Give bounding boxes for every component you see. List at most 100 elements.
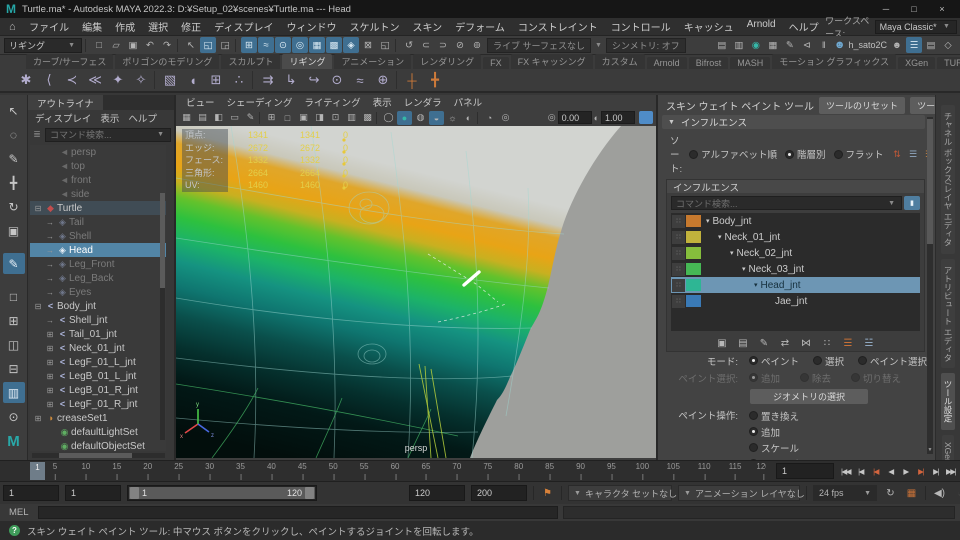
shelf-tab[interactable]: XGen xyxy=(898,57,935,69)
fps-dropdown[interactable]: 24 fps ▼ xyxy=(813,485,877,501)
scroll-down-icon[interactable]: ▼ xyxy=(927,447,933,454)
wireframe-on-shaded-icon[interactable]: ◍ xyxy=(413,111,428,125)
wire-tool-icon[interactable]: ≈ xyxy=(350,70,370,90)
pause-icon[interactable]: ‖ xyxy=(816,37,832,53)
outliner-item[interactable]: ⊞ < LegF_01_L_jnt xyxy=(30,355,166,369)
outliner-item[interactable]: ⊟ ◆ Turtle xyxy=(30,201,166,215)
influence-row[interactable]: ▾ Neck_01_jnt xyxy=(671,229,920,245)
select-object-icon[interactable]: ◱ xyxy=(200,37,216,53)
workspace-controls-icon[interactable]: ☰ xyxy=(906,37,922,53)
outliner-item[interactable]: ⊞ < LegF_01_R_jnt xyxy=(30,397,166,411)
menu-item[interactable]: ウィンドウ xyxy=(280,19,343,34)
menu-item[interactable]: 選択 xyxy=(142,19,175,34)
clip-icon[interactable]: ▦ xyxy=(904,485,919,501)
symmetry-field[interactable]: シンメトリ: オフ xyxy=(606,38,686,53)
sync-icon[interactable]: ◔ xyxy=(953,485,960,501)
paint-brush-icon[interactable]: ✎ xyxy=(756,336,773,350)
sep[interactable] xyxy=(376,112,380,124)
expand-icon[interactable]: ⊞ xyxy=(44,344,56,353)
image-plane-icon[interactable]: ✎ xyxy=(243,111,258,125)
new-scene-icon[interactable]: □ xyxy=(91,37,107,53)
expand-arrow-icon[interactable]: ▾ xyxy=(706,217,710,225)
undo-icon[interactable]: ↶ xyxy=(142,37,158,53)
menu-item[interactable]: 作成 xyxy=(109,19,142,34)
show-all-list-icon[interactable]: ☱ xyxy=(861,336,878,350)
sort-radio[interactable]: 階層別 xyxy=(785,147,826,161)
lattice-icon[interactable]: ⊞ xyxy=(206,70,226,90)
outliner-item[interactable]: → ◈ Leg_Front xyxy=(30,257,166,271)
construction-history-icon[interactable]: ⊚ xyxy=(469,37,485,53)
bookmark-icon[interactable]: ▭ xyxy=(227,111,242,125)
resolution-gate-icon[interactable]: ▣ xyxy=(296,111,311,125)
viewport-menu-item[interactable]: パネル xyxy=(448,95,489,109)
mode-radio[interactable]: ペイント xyxy=(749,354,799,368)
menu-item[interactable]: キャッシュ xyxy=(677,19,740,34)
expand-icon[interactable]: ⊟ xyxy=(32,302,44,311)
point-constraint-icon[interactable]: ╋ xyxy=(425,70,445,90)
expand-icon[interactable]: → xyxy=(44,260,56,269)
influence-row[interactable]: ▾ Neck_03_jnt xyxy=(671,261,920,277)
row-grip-icon[interactable] xyxy=(672,279,685,292)
viewport-menu-item[interactable]: レンダラ xyxy=(398,95,448,109)
outliner-item[interactable]: ◄ side xyxy=(30,187,166,201)
layout-split-horizontal[interactable]: ◫ xyxy=(3,334,25,355)
snap-curve-icon[interactable]: ≈ xyxy=(258,37,274,53)
save-scene-icon[interactable]: ▣ xyxy=(125,37,141,53)
move-tool[interactable]: ╋ xyxy=(3,172,25,193)
live-surface-field[interactable]: ライブ サーフェスなし xyxy=(487,38,591,53)
sort-radio[interactable]: アルファベット順 xyxy=(689,147,777,161)
menu-item[interactable]: 編集 xyxy=(76,19,109,34)
xray-icon[interactable]: ◔ xyxy=(482,111,497,125)
menu-item[interactable]: Arnold xyxy=(740,19,782,34)
influence-search-input[interactable]: コマンド検索... ▼ xyxy=(671,196,902,210)
influences-section-header[interactable]: ▼ インフルエンス xyxy=(662,115,925,129)
menu-set-dropdown[interactable]: リギング ▼ xyxy=(4,38,82,53)
output-connections-icon[interactable]: ⊘ xyxy=(452,37,468,53)
shelf-tab[interactable]: FX xyxy=(483,57,509,69)
shelf-tab[interactable]: ポリゴンのモデリング xyxy=(115,54,219,69)
range-end-handle[interactable] xyxy=(305,487,314,499)
maya-logo[interactable]: M xyxy=(3,431,25,452)
blend-shape-icon[interactable]: ⇉ xyxy=(258,70,278,90)
menu-item[interactable]: スキン xyxy=(406,19,449,34)
paint-effects-icon[interactable]: ✎ xyxy=(782,37,798,53)
expand-arrow-icon[interactable]: ▾ xyxy=(718,233,722,241)
current-tool-paint-skin-weights[interactable]: ✎ xyxy=(3,253,25,274)
expand-icon[interactable]: → xyxy=(44,316,56,325)
outliner-item[interactable]: → ◈ Eyes xyxy=(30,285,166,299)
row-grip-icon[interactable] xyxy=(672,263,685,276)
outliner-item[interactable]: ◄ front xyxy=(30,173,166,187)
outliner-menu-item[interactable]: ディスプレイ xyxy=(31,111,95,125)
expand-icon[interactable]: ⊟ xyxy=(32,204,44,213)
camera-lock-icon[interactable]: ▤ xyxy=(195,111,210,125)
paint-operation-radio[interactable]: 置き換え xyxy=(749,408,839,424)
humanik-icon[interactable]: ✦ xyxy=(108,70,128,90)
render-settings-icon[interactable]: ▦ xyxy=(765,37,781,53)
outliner-item[interactable]: ◄ top xyxy=(30,159,166,173)
outliner-menu-item[interactable]: ヘルプ xyxy=(124,111,161,125)
make-live-icon[interactable]: ▩ xyxy=(326,37,342,53)
paint-operation-radio[interactable]: スケール xyxy=(749,440,839,456)
audio-icon[interactable]: ◀) xyxy=(932,485,947,501)
shelf-tab[interactable]: アニメーション xyxy=(334,54,411,69)
sep[interactable] xyxy=(235,39,239,52)
expand-arrow-icon[interactable]: ▾ xyxy=(754,281,758,289)
paint-skin-weights-icon[interactable]: ◖ xyxy=(183,70,203,90)
open-scene-icon[interactable]: ▱ xyxy=(108,37,124,53)
bookmark-user-icon[interactable]: ☻ xyxy=(889,37,905,53)
influence-row[interactable]: ▾ Body_jnt xyxy=(671,213,920,229)
lights-icon[interactable]: ☼ xyxy=(445,111,460,125)
viewport-menu-item[interactable]: 表示 xyxy=(367,95,398,109)
snap-view-plane-icon[interactable]: ▦ xyxy=(309,37,325,53)
outliner-item[interactable]: ⊞ ◑ creaseSet1 xyxy=(30,411,166,425)
menu-item[interactable]: デフォーム xyxy=(449,19,512,34)
expand-icon[interactable]: ⊞ xyxy=(44,330,56,339)
expand-icon[interactable]: ⊞ xyxy=(32,414,44,423)
menu-item[interactable]: ヘルプ xyxy=(782,19,825,34)
film-gate-icon[interactable]: □ xyxy=(280,111,295,125)
tool-help-button[interactable]: ツール ヘルプ xyxy=(910,97,935,114)
current-frame-field[interactable]: 1 xyxy=(776,463,834,479)
outliner-item[interactable]: ⊞ < LegB_01_L_jnt xyxy=(30,369,166,383)
ik-handle-icon[interactable]: ⟨ xyxy=(39,70,59,90)
outliner-item[interactable]: ⊞ < Neck_01_jnt xyxy=(30,341,166,355)
